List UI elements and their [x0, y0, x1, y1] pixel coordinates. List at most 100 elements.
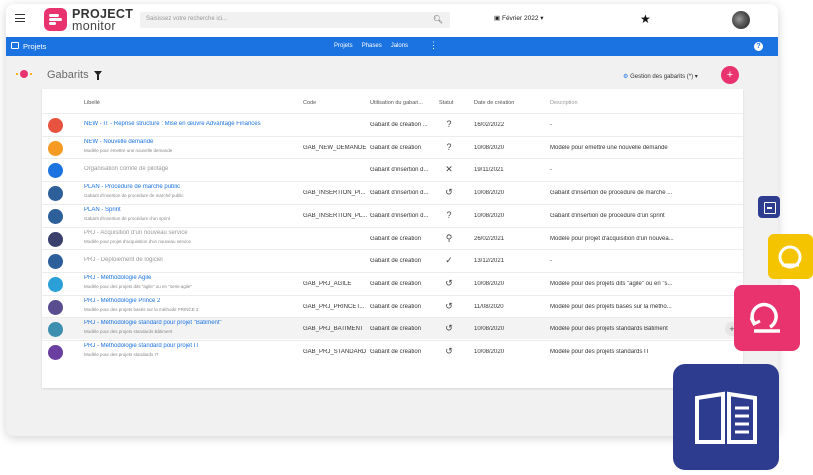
template-title[interactable]: PRJ - Méthodologie Agile — [84, 275, 294, 281]
column-header-status[interactable]: Statut — [439, 100, 453, 106]
template-management-menu[interactable]: ⚙ Gestion des gabarits (*) ▾ — [623, 73, 698, 80]
column-header-code[interactable]: Code — [303, 100, 316, 106]
template-usage: Gabarit d'insertion d... — [370, 212, 429, 219]
template-description: Modèle pour émettre une nouvelle demande — [550, 144, 668, 151]
search-input[interactable]: Saisissez votre recherche ici... 🔍︎ — [140, 12, 450, 28]
favorite-star-icon[interactable]: ★ — [640, 12, 651, 26]
template-title[interactable]: PLAN - Sprint — [84, 207, 294, 213]
column-header-usage[interactable]: Utilisation du gabari... — [370, 100, 423, 106]
template-code: GAB_NEW_DEMANDE — [303, 144, 367, 151]
menu-icon[interactable] — [15, 14, 25, 22]
template-usage: Gabarit d'insertion d... — [370, 167, 429, 174]
app-window: PROJECT monitor Saisissez votre recherch… — [6, 4, 778, 436]
table-row[interactable]: PRJ - Méthodologie standard pour projet … — [42, 340, 743, 362]
template-created-date: 10/08/2020 — [474, 349, 505, 355]
template-usage: Gabarit de création — [370, 258, 422, 265]
template-title[interactable]: PLAN - Procédure de marché public — [84, 184, 294, 190]
more-vertical-icon[interactable]: ⋮ — [429, 41, 438, 50]
status-icon: ✕ — [445, 164, 453, 175]
template-code: GAB_INSERTION_PI... — [303, 190, 366, 197]
template-description: Modèle pour des projets dits "agile" ou … — [550, 280, 673, 287]
projects-icon — [11, 42, 19, 49]
template-created-date: 19/11/2021 — [474, 167, 504, 174]
nav-title[interactable]: Projets — [23, 42, 46, 51]
template-avatar-icon — [48, 208, 63, 224]
template-avatar-icon — [48, 118, 63, 133]
template-created-date: 10/08/2020 — [474, 280, 505, 287]
filter-icon[interactable] — [94, 71, 102, 80]
status-icon: ? — [446, 141, 452, 152]
column-header-libelle[interactable]: Libellé — [84, 100, 100, 106]
status-icon: ⚲ — [445, 232, 453, 243]
user-avatar[interactable] — [732, 11, 750, 29]
template-usage: Gabarit de création — [370, 144, 422, 151]
caret-down-icon: ▾ — [694, 74, 698, 80]
table-row[interactable]: PLAN - Sprint Gabarit d'insertion de proc… — [42, 203, 743, 226]
template-description: Modèle pour des projets standards IT — [550, 349, 650, 355]
template-usage: Gabarit de création — [370, 326, 422, 333]
sprint-tile-icon — [734, 285, 800, 351]
table-row[interactable]: PRJ - Acquisition d'un nouveau service Mo… — [42, 226, 743, 249]
template-description: Modèle pour projet d'acquisition d'un no… — [550, 235, 674, 242]
column-header-description[interactable]: Description — [550, 100, 578, 106]
template-subtitle: Modèle pour émettre une nouvelle demande — [84, 147, 173, 153]
template-management-label: Gestion des gabarits (*) — [630, 74, 694, 80]
table-row[interactable]: NEW - IT - Reprise structure : Mise en œ… — [42, 113, 743, 135]
nav-links: Projets Phases Jalons — [334, 43, 408, 49]
search-placeholder: Saisissez votre recherche ici... — [146, 16, 228, 22]
template-avatar-icon — [48, 231, 63, 247]
template-title[interactable]: PRJ - Méthodologie Prince 2 — [84, 298, 294, 304]
status-icon: ? — [446, 119, 452, 129]
date-picker[interactable]: ▣ Février 2022 ▾ — [494, 14, 544, 22]
book-tile-icon — [673, 364, 779, 470]
status-icon: ? — [446, 209, 452, 220]
template-created-date: 13/12/2021 — [474, 258, 505, 265]
template-code: GAB_PRJ_STANDARD — [303, 349, 367, 355]
status-icon: ↺ — [445, 277, 453, 288]
template-avatar-icon — [48, 299, 63, 315]
template-description: Gabarit d'insertion de procédure d'un sp… — [550, 212, 665, 219]
templates-table: Libellé Code Utilisation du gabari... St… — [42, 89, 743, 388]
table-row[interactable]: PRJ - Méthodologie standard pour projet … — [42, 317, 743, 340]
template-code: GAB_INSERTION_PL... — [303, 212, 367, 219]
search-icon[interactable]: 🔍︎ — [433, 15, 443, 24]
logo-text-monitor: monitor — [72, 19, 116, 33]
table-row[interactable]: PRJ - Méthodologie Agile Modèle pour des … — [42, 271, 743, 294]
template-created-date: 16/02/2022 — [474, 122, 505, 128]
template-code: GAB_PRJ_PRINCET... — [303, 303, 365, 310]
lightbulb-icon — [16, 70, 32, 78]
template-description: Modèle pour des projets basés sur la mét… — [550, 303, 672, 310]
table-row[interactable]: NEW - Nouvelle demande Modèle pour émettr… — [42, 135, 743, 158]
template-title[interactable]: NEW - Nouvelle demande — [84, 139, 294, 145]
template-avatar-icon — [48, 254, 63, 270]
template-created-date: 10/08/2020 — [474, 190, 505, 197]
table-row[interactable]: PLAN - Procédure de marché public Gabarit… — [42, 181, 743, 203]
template-usage: Gabarit de création — [370, 235, 422, 242]
template-title[interactable]: PRJ - Déploiement de logiciel — [84, 257, 294, 263]
template-usage: Gabarit de création ... — [370, 122, 428, 128]
template-title[interactable]: PRJ - Méthodologie standard pour projet … — [84, 343, 294, 349]
template-created-date: 10/08/2020 — [474, 144, 505, 151]
template-avatar-icon — [48, 140, 63, 156]
column-header-created[interactable]: Date de création — [474, 100, 514, 106]
template-title[interactable]: NEW - IT - Reprise structure : Mise en œ… — [84, 121, 294, 127]
template-subtitle: Modèle pour des projets standards IT — [84, 352, 159, 357]
table-row[interactable]: PRJ - Méthodologie Prince 2 Modèle pour d… — [42, 294, 743, 317]
template-avatar-icon — [48, 186, 63, 202]
nav-link-projets[interactable]: Projets — [334, 43, 353, 49]
template-subtitle: Gabarit d'insertion de procédure d'un sp… — [84, 215, 171, 221]
template-subtitle: Modèle pour des projets basés sur la mét… — [84, 306, 199, 312]
add-template-button[interactable]: + — [721, 66, 739, 84]
caret-down-icon: ▾ — [540, 15, 544, 22]
table-row[interactable]: Organisation comité de pilotage Gabarit d… — [42, 158, 743, 180]
template-title[interactable]: PRJ - Acquisition d'un nouveau service — [84, 230, 294, 236]
template-title[interactable]: PRJ - Méthodologie standard pour projet … — [84, 320, 294, 326]
table-row[interactable]: PRJ - Déploiement de logiciel Gabarit de … — [42, 249, 743, 271]
calendar-icon: ▣ — [494, 15, 501, 22]
template-created-date: 10/08/2020 — [474, 326, 505, 333]
template-title[interactable]: Organisation comité de pilotage — [84, 166, 294, 172]
template-description: Gabarit d'insertion de procédure de marc… — [550, 190, 673, 197]
nav-link-jalons[interactable]: Jalons — [391, 43, 408, 49]
nav-link-phases[interactable]: Phases — [362, 43, 382, 49]
help-icon[interactable]: ? — [754, 42, 763, 51]
